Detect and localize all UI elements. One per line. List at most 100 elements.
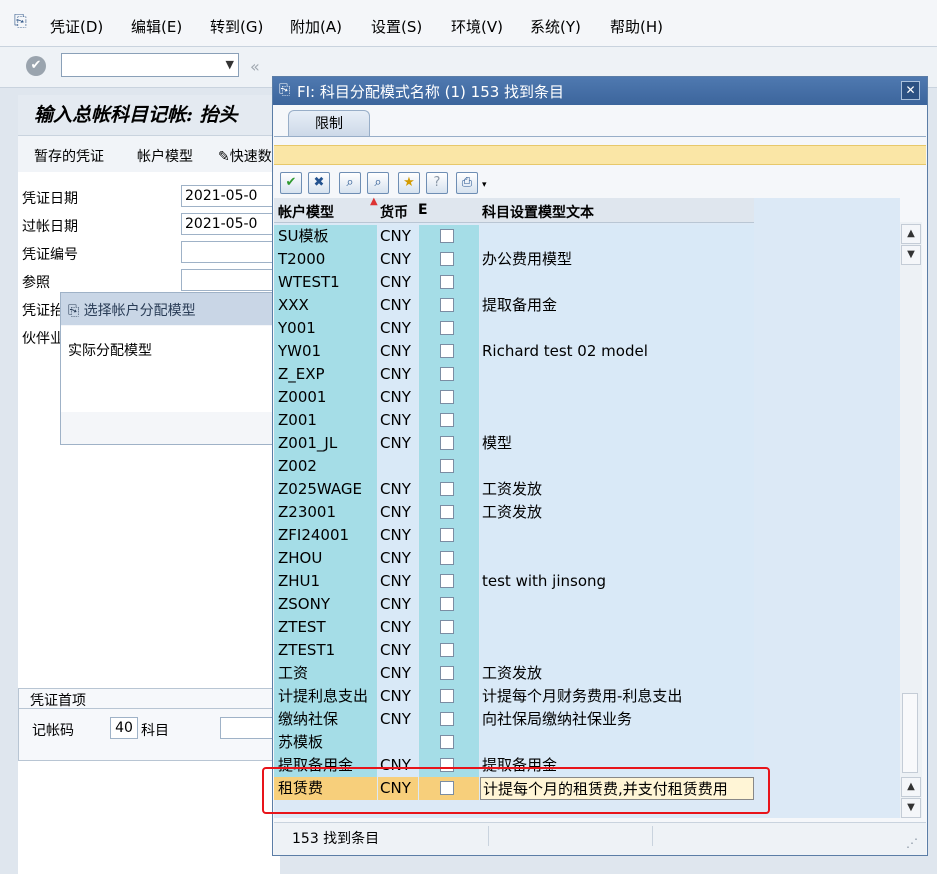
menu-help[interactable]: 帮助(H) xyxy=(610,17,663,37)
account-model-cell[interactable]: SU模板 xyxy=(274,225,377,248)
account-model-cell[interactable]: 缴纳社保 xyxy=(274,708,377,731)
table-row[interactable]: ZSONY CNY xyxy=(274,593,900,616)
e-checkbox[interactable] xyxy=(440,252,454,266)
scrollbar-thumb[interactable] xyxy=(902,693,918,773)
scroll-down-button[interactable]: ▼ xyxy=(901,798,921,818)
currency-cell[interactable]: CNY xyxy=(378,570,418,593)
cancel-button[interactable]: ✖ xyxy=(308,172,330,194)
e-checkbox[interactable] xyxy=(440,482,454,496)
table-row[interactable]: XXX CNY 提取备用金 xyxy=(274,294,900,317)
tab-restrictions[interactable]: 限制 xyxy=(288,110,370,136)
menu-environment[interactable]: 环境(V) xyxy=(451,17,503,37)
scroll-page-down-button[interactable]: ▼ xyxy=(901,245,921,265)
menu-document[interactable]: 凭证(D) xyxy=(50,17,103,37)
table-row[interactable]: ZFI24001 CNY xyxy=(274,524,900,547)
column-header-e[interactable]: E xyxy=(418,202,428,218)
account-model-cell[interactable]: Z002 xyxy=(274,455,377,478)
e-checkbox[interactable] xyxy=(440,321,454,335)
account-model-cell[interactable]: Z025WAGE xyxy=(274,478,377,501)
command-field[interactable]: ▼ xyxy=(61,53,239,77)
table-row[interactable]: Z001_JL CNY 模型 xyxy=(274,432,900,455)
table-row[interactable]: ZTEST CNY xyxy=(274,616,900,639)
window-menu-icon[interactable]: ⎘ xyxy=(14,12,34,30)
table-row[interactable]: YW01 CNY Richard test 02 model xyxy=(274,340,900,363)
column-header-account-model[interactable]: 帐户模型 xyxy=(278,202,334,222)
table-row[interactable]: Y001 CNY xyxy=(274,317,900,340)
table-row[interactable]: Z025WAGE CNY 工资发放 xyxy=(274,478,900,501)
model-text-cell[interactable]: 模型 xyxy=(480,432,754,455)
e-checkbox[interactable] xyxy=(440,712,454,726)
enter-check-icon[interactable]: ✔ xyxy=(26,56,46,76)
currency-cell[interactable]: CNY xyxy=(378,317,418,340)
model-text-cell[interactable]: 工资发放 xyxy=(480,501,754,524)
currency-cell[interactable]: CNY xyxy=(378,409,418,432)
currency-cell[interactable] xyxy=(378,731,418,754)
model-text-cell[interactable] xyxy=(480,547,754,570)
model-text-cell[interactable]: 工资发放 xyxy=(480,478,754,501)
currency-cell[interactable]: CNY xyxy=(378,662,418,685)
e-checkbox[interactable] xyxy=(440,505,454,519)
posting-key-input[interactable]: 40 xyxy=(110,717,138,739)
account-model-cell[interactable]: Z_EXP xyxy=(274,363,377,386)
document-number-input[interactable] xyxy=(181,241,280,263)
currency-cell[interactable]: CNY xyxy=(378,685,418,708)
currency-cell[interactable]: CNY xyxy=(378,248,418,271)
table-row[interactable]: ZHU1 CNY test with jinsong xyxy=(274,570,900,593)
e-checkbox[interactable] xyxy=(440,597,454,611)
account-model-cell[interactable]: Z001 xyxy=(274,409,377,432)
account-model-cell[interactable]: ZTEST1 xyxy=(274,639,377,662)
account-model-cell[interactable]: ZTEST xyxy=(274,616,377,639)
table-row[interactable]: 计提利息支出 CNY 计提每个月财务费用-利息支出 xyxy=(274,685,900,708)
model-text-cell[interactable] xyxy=(480,731,754,754)
model-text-cell[interactable]: 计提每个月财务费用-利息支出 xyxy=(480,685,754,708)
currency-cell[interactable]: CNY xyxy=(378,386,418,409)
table-row[interactable]: 苏模板 xyxy=(274,731,900,754)
e-checkbox[interactable] xyxy=(440,574,454,588)
currency-cell[interactable]: CNY xyxy=(378,478,418,501)
help-button[interactable]: ? xyxy=(426,172,448,194)
account-model-cell[interactable]: ZHU1 xyxy=(274,570,377,593)
table-row[interactable]: T2000 CNY 办公费用模型 xyxy=(274,248,900,271)
account-model-cell[interactable]: YW01 xyxy=(274,340,377,363)
parked-document-button[interactable]: 暂存的凭证 xyxy=(34,146,104,166)
e-checkbox[interactable] xyxy=(440,666,454,680)
account-model-cell[interactable]: ZFI24001 xyxy=(274,524,377,547)
chevron-down-icon[interactable]: ▼ xyxy=(226,58,234,71)
account-model-cell[interactable]: Z23001 xyxy=(274,501,377,524)
account-model-cell[interactable]: ZHOU xyxy=(274,547,377,570)
model-text-cell[interactable]: Richard test 02 model xyxy=(480,340,754,363)
e-checkbox[interactable] xyxy=(440,528,454,542)
model-text-cell[interactable] xyxy=(480,616,754,639)
currency-cell[interactable]: CNY xyxy=(378,593,418,616)
currency-cell[interactable]: CNY xyxy=(378,616,418,639)
table-row[interactable]: ZTEST1 CNY xyxy=(274,639,900,662)
table-row[interactable]: 工资 CNY 工资发放 xyxy=(274,662,900,685)
e-checkbox[interactable] xyxy=(440,390,454,404)
table-row[interactable]: ZHOU CNY xyxy=(274,547,900,570)
currency-cell[interactable]: CNY xyxy=(378,708,418,731)
e-checkbox[interactable] xyxy=(440,689,454,703)
account-model-cell[interactable]: XXX xyxy=(274,294,377,317)
account-model-cell[interactable]: Z001_JL xyxy=(274,432,377,455)
menu-settings[interactable]: 设置(S) xyxy=(371,17,422,37)
model-text-cell[interactable] xyxy=(480,225,754,248)
resize-grip-icon[interactable]: ⋰ xyxy=(906,836,918,850)
model-text-cell[interactable]: test with jinsong xyxy=(480,570,754,593)
reference-input[interactable] xyxy=(181,269,280,291)
print-menu-chevron-icon[interactable]: ▾ xyxy=(482,180,487,190)
currency-cell[interactable]: CNY xyxy=(378,524,418,547)
table-row[interactable]: Z_EXP CNY xyxy=(274,363,900,386)
fast-entry-button[interactable]: ✎快速数据输入 xyxy=(218,146,278,166)
model-text-cell[interactable] xyxy=(480,455,754,478)
scroll-top-button[interactable]: ▲ xyxy=(901,224,921,244)
table-row[interactable]: SU模板 CNY xyxy=(274,225,900,248)
currency-cell[interactable]: CNY xyxy=(378,501,418,524)
model-text-cell[interactable] xyxy=(480,317,754,340)
close-button[interactable]: ✕ xyxy=(901,81,920,100)
e-checkbox[interactable] xyxy=(440,413,454,427)
document-date-input[interactable]: 2021-05-0 xyxy=(181,185,280,207)
currency-cell[interactable]: CNY xyxy=(378,294,418,317)
currency-cell[interactable]: CNY xyxy=(378,639,418,662)
table-row[interactable]: Z23001 CNY 工资发放 xyxy=(274,501,900,524)
find-button[interactable]: ⌕ xyxy=(339,172,361,194)
